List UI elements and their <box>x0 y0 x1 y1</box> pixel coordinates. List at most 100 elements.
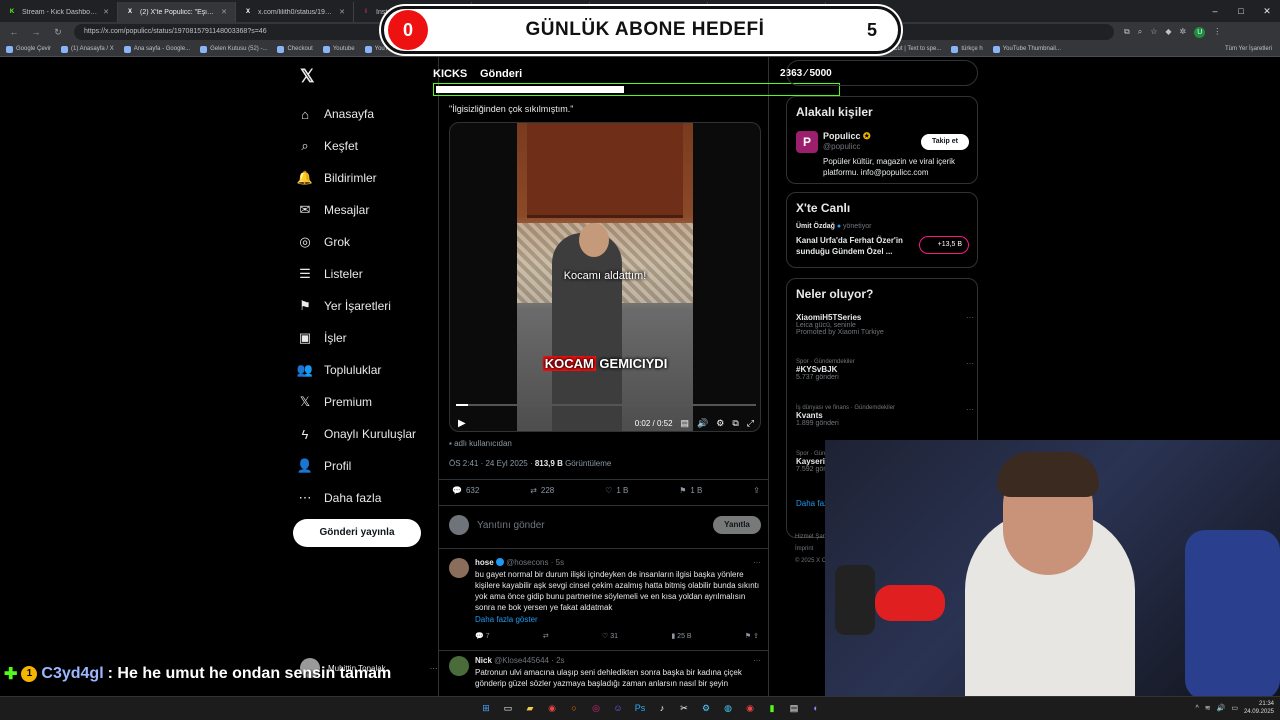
minimize-icon[interactable]: – <box>1202 0 1228 22</box>
puzzle-icon[interactable]: ✲ <box>1180 27 1187 38</box>
x-logo-icon[interactable]: 𝕏 <box>300 66 315 87</box>
video-progress-bar[interactable] <box>456 404 756 406</box>
reply-repost-button[interactable]: ⇄ <box>543 632 549 640</box>
zoom-icon[interactable]: ⌕ <box>1138 27 1142 38</box>
share-button[interactable]: ⇪ <box>753 486 760 495</box>
reply-author[interactable]: Nick <box>475 656 492 665</box>
reply-views[interactable]: ▮ 25 B <box>671 632 691 640</box>
trend-more-icon[interactable]: ··· <box>966 405 974 414</box>
tab-close-icon[interactable]: ✕ <box>221 8 227 16</box>
bookmark-item[interactable]: Checkout <box>277 45 313 53</box>
sidebar-item[interactable]: ⌂ Anasayfa <box>298 98 416 130</box>
post-button[interactable]: Gönderi yayınla <box>293 519 421 547</box>
sidebar-item[interactable]: ϟ Onaylı Kuruluşlar <box>298 418 417 450</box>
reply-more-icon[interactable]: ··· <box>753 558 761 567</box>
sidebar-item[interactable]: 𝕏 Premium <box>298 386 416 418</box>
edge-icon[interactable]: ◍ <box>720 700 736 716</box>
volume-icon[interactable]: 🔊 <box>697 418 708 429</box>
bookmark-item[interactable]: türkçe h <box>951 45 983 53</box>
cast-icon[interactable]: ⧉ <box>1124 27 1130 38</box>
reply-bookmark-button[interactable]: ⚑ ⇪ <box>745 632 759 640</box>
chrome-icon[interactable]: ◉ <box>544 700 560 716</box>
fullscreen-icon[interactable]: ⤢ <box>747 418 754 429</box>
opera-icon[interactable]: ○ <box>566 700 582 716</box>
file-explorer-icon[interactable]: ▭ <box>500 700 516 716</box>
close-icon[interactable]: ✕ <box>1254 0 1280 22</box>
star-icon[interactable]: ☆ <box>1150 27 1157 38</box>
bookmark-item[interactable]: YouTube Thumbnail... <box>992 45 1061 53</box>
video-player[interactable]: Kocamı aldattım! KOCAM GEMICIYDI ▶ 0:02 … <box>449 122 761 432</box>
reply-tweet[interactable]: Nick @Klose445644 · 2s ··· Patronun ulvi… <box>449 656 761 696</box>
chrome-icon[interactable]: ◉ <box>742 700 758 716</box>
kick-icon[interactable]: ▮ <box>764 700 780 716</box>
extension-icon[interactable]: ◆ <box>1165 27 1171 38</box>
sidebar-item[interactable]: 👥 Topluluklar <box>297 354 416 386</box>
tab-close-icon[interactable]: ✕ <box>339 8 345 16</box>
like-button[interactable]: ♡ 1 B <box>605 486 628 495</box>
live-card[interactable]: X'te Canlı Ümit Özdağ ● yönetiyor Kanal … <box>786 192 978 268</box>
notepad-icon[interactable]: ▤ <box>786 700 802 716</box>
folder-icon[interactable]: ▰ <box>522 700 538 716</box>
reply-input[interactable]: Yanıtını gönder <box>477 520 705 531</box>
captions-icon[interactable]: ▤ <box>681 418 690 429</box>
sidebar-item[interactable]: ◎ Grok <box>298 226 416 258</box>
trend-item[interactable]: Spor · Gündemdekiler #KYSvBJK 5.737 gönder… <box>796 359 974 381</box>
sidebar-item[interactable]: 🔔 Bildirimler <box>297 162 416 194</box>
bookmark-item[interactable]: Youtube <box>322 45 355 53</box>
sidebar-item[interactable]: ⚑ Yer İşaretleri <box>298 290 416 322</box>
reply-submit-button[interactable]: Yanıtla <box>713 516 761 534</box>
sidebar-item[interactable]: 👤 Profil <box>297 450 416 482</box>
chevron-up-icon[interactable]: ^ <box>1195 705 1198 712</box>
avatar[interactable] <box>449 558 469 578</box>
show-more-link[interactable]: Daha fazla göster <box>475 615 538 624</box>
tweet-time[interactable]: ÖS 2:41 · 24 Eyl 2025 · <box>449 459 535 468</box>
volume-icon[interactable]: 🔊 <box>1217 704 1226 712</box>
all-bookmarks-folder[interactable]: Tüm Yer İşaretleri <box>1225 46 1272 52</box>
bookmark-item[interactable]: Gelen Kutusu (52) -... <box>200 45 267 53</box>
sidebar-item[interactable]: ✉ Mesajlar <box>298 194 416 226</box>
follow-button[interactable]: Takip et <box>921 134 969 150</box>
maximize-icon[interactable]: □ <box>1228 0 1254 22</box>
browser-tab[interactable]: X (2) X'te Populicc: "Eşini aldattı ✕ <box>118 2 236 22</box>
settings-icon[interactable]: ⚙ <box>716 418 724 429</box>
reply-author[interactable]: hose <box>475 558 494 567</box>
reload-icon[interactable]: ↻ <box>52 27 64 38</box>
trend-item[interactable]: İş dünyası ve finans · Gündemdekiler Kvan… <box>796 405 974 427</box>
account-more-icon[interactable]: ··· <box>430 664 438 673</box>
bookmark-button[interactable]: ⚑ 1 B <box>679 486 702 495</box>
reply-button[interactable]: 💬 632 <box>452 486 479 495</box>
populicc-logo-icon[interactable]: P <box>796 131 818 153</box>
sidebar-item[interactable]: ▣ İşler <box>298 322 416 354</box>
photoshop-icon[interactable]: Ps <box>632 700 648 716</box>
clock[interactable]: 21:34 24.09.2025 <box>1244 700 1274 716</box>
avatar[interactable] <box>449 656 469 676</box>
reply-more-icon[interactable]: ··· <box>753 656 761 665</box>
trend-more-icon[interactable]: ··· <box>966 359 974 368</box>
capcut-icon[interactable]: ✂ <box>676 700 692 716</box>
back-icon[interactable]: ← <box>8 27 20 37</box>
battery-icon[interactable]: ▭ <box>1231 704 1238 712</box>
reply-like-button[interactable]: ♡ 31 <box>602 632 618 640</box>
kebab-menu-icon[interactable]: ⋮ <box>1213 27 1221 38</box>
forward-icon[interactable]: → <box>30 27 42 37</box>
bookmark-item[interactable]: (1) Anasayfa / X <box>61 45 114 53</box>
reply-tweet[interactable]: hose @hosecons · 5s ··· bu gayet normal … <box>449 558 761 648</box>
play-icon[interactable]: ▶ <box>458 418 466 429</box>
instagram-icon[interactable]: ◎ <box>588 700 604 716</box>
trend-item[interactable]: XiaomiH5TSeries Leica gücü, seninle Promot… <box>796 313 974 336</box>
tiktok-icon[interactable]: ♪ <box>654 700 670 716</box>
live-listener-badge[interactable]: +13,5 B <box>918 236 969 254</box>
repost-button[interactable]: ⇄ 228 <box>530 486 554 495</box>
reply-reply-button[interactable]: 💬 7 <box>475 632 490 640</box>
browser-tab[interactable]: Xx.com/lilith0/status/1970502 ✕ <box>236 2 354 22</box>
sidebar-item[interactable]: ⌕ Keşfet <box>298 130 416 162</box>
obs-icon[interactable]: ◐ <box>808 700 824 716</box>
person-name[interactable]: Populicc ✪ <box>823 131 871 142</box>
search-input[interactable] <box>786 60 978 86</box>
tab-close-icon[interactable]: ✕ <box>103 8 109 16</box>
sidebar-item[interactable]: ☰ Listeler <box>298 258 416 290</box>
bookmark-item[interactable]: Ana sayfa - Google... <box>123 45 190 53</box>
sidebar-item[interactable]: ⋯ Daha fazla <box>298 482 416 514</box>
browser-tab[interactable]: K Stream - Kick Dashboard ✕ <box>0 2 118 22</box>
discord-icon[interactable]: ☺ <box>610 700 626 716</box>
